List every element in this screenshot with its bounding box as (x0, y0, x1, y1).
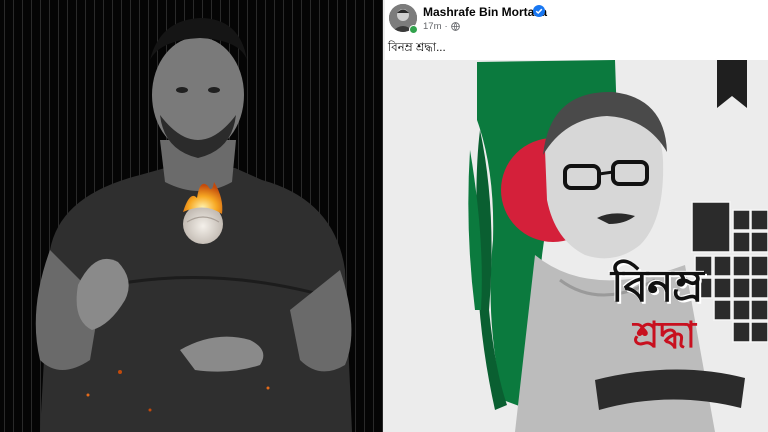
facebook-post: Mashrafe Bin Mortaza 17m · বিনম্র শ্রদ্ধ… (385, 0, 768, 432)
post-caption: বিনম্র শ্রদ্ধা... (388, 42, 446, 54)
post-header: Mashrafe Bin Mortaza 17m · বিনম্র শ্রদ্ধ… (385, 0, 768, 60)
post-time[interactable]: 17m (423, 21, 441, 32)
post-image[interactable] (385, 60, 768, 432)
verified-badge-icon (533, 5, 545, 17)
portrait-photo (0, 0, 383, 432)
globe-icon (450, 22, 460, 31)
author-name[interactable]: Mashrafe Bin Mortaza (423, 5, 547, 19)
post-meta: 17m · (423, 21, 460, 32)
online-status-dot (409, 25, 418, 34)
left-photo-panel (0, 0, 383, 432)
tribute-artwork (385, 60, 768, 432)
meta-separator: · (444, 21, 448, 32)
tribute-subtitle: শ্রদ্ধা (633, 315, 697, 356)
